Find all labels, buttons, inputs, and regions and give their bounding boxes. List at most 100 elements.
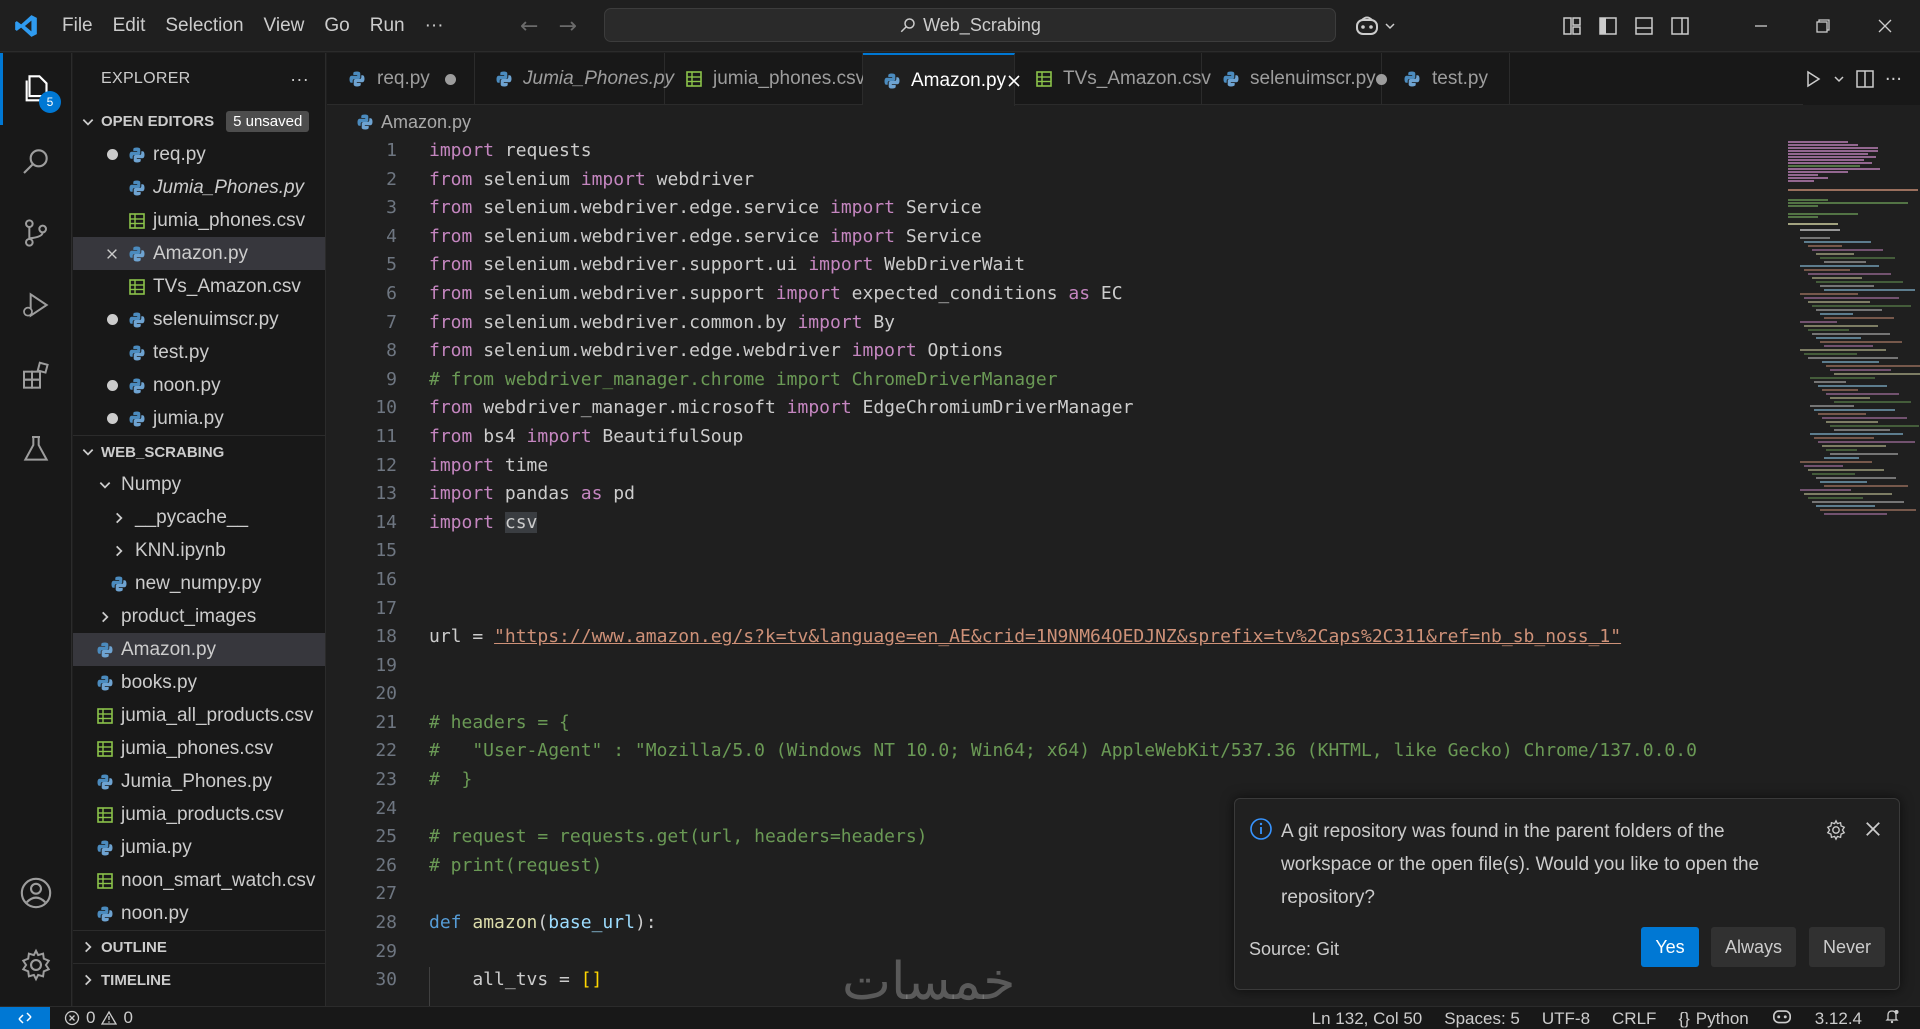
- open-editor-item[interactable]: jumia_phones.csv: [73, 204, 325, 237]
- code-token: from: [429, 425, 473, 447]
- forward-arrow-icon[interactable]: →: [558, 14, 576, 39]
- source-control-activity[interactable]: [0, 197, 72, 269]
- copilot-icon: [1356, 16, 1378, 35]
- tab-req-py[interactable]: req.py: [327, 53, 475, 105]
- menu-item-selection[interactable]: Selection: [155, 0, 253, 52]
- copilot-menu[interactable]: [1354, 12, 1396, 40]
- tree-item[interactable]: Jumia_Phones.py: [73, 765, 325, 798]
- copilot-status-icon[interactable]: [1771, 1007, 1793, 1029]
- minimap-line: [1834, 429, 1890, 431]
- open-editor-item[interactable]: Jumia_Phones.py: [73, 171, 325, 204]
- csv-file-icon: [95, 739, 115, 759]
- split-editor-icon[interactable]: [1855, 69, 1875, 89]
- tree-item[interactable]: Amazon.py: [73, 633, 325, 666]
- code-line: url = "https://www.amazon.eg/s?k=tv&lang…: [429, 623, 1780, 652]
- restore-button[interactable]: [1792, 0, 1854, 52]
- toggle-secondary-sidebar-icon[interactable]: [1670, 16, 1690, 36]
- tab-jumia-phones-py[interactable]: Jumia_Phones.py: [475, 53, 674, 105]
- tree-item[interactable]: noon_smart_watch.csv: [73, 864, 325, 897]
- close-icon[interactable]: [1863, 819, 1883, 842]
- minimize-button[interactable]: [1730, 0, 1792, 52]
- python-version[interactable]: 3.12.4: [1815, 1009, 1862, 1029]
- open-editor-item[interactable]: jumia.py: [73, 402, 325, 435]
- yes-button[interactable]: Yes: [1641, 927, 1699, 967]
- menu-item-file[interactable]: File: [52, 0, 103, 52]
- timeline-header[interactable]: TIMELINE: [73, 963, 325, 996]
- line-number: 12: [375, 454, 397, 476]
- tree-item[interactable]: product_images: [73, 600, 325, 633]
- run-debug-activity[interactable]: [0, 269, 72, 341]
- open-editor-item[interactable]: req.py: [73, 138, 325, 171]
- explorer-activity[interactable]: 5: [0, 53, 72, 125]
- tab-tvs-amazon-csv[interactable]: TVs_Amazon.csv: [1015, 53, 1211, 105]
- run-icon[interactable]: [1803, 69, 1823, 89]
- never-button[interactable]: Never: [1809, 927, 1886, 967]
- tree-item[interactable]: noon.py: [73, 897, 325, 930]
- tree-item[interactable]: jumia_phones.csv: [73, 732, 325, 765]
- toggle-primary-sidebar-icon[interactable]: [1598, 16, 1618, 36]
- encoding[interactable]: UTF-8: [1542, 1009, 1590, 1029]
- menu-item-more[interactable]: ···: [415, 0, 454, 52]
- menu-item-edit[interactable]: Edit: [103, 0, 156, 52]
- unsaved-badge: 5 unsaved: [226, 111, 310, 132]
- always-button[interactable]: Always: [1711, 927, 1797, 967]
- cursor-position[interactable]: Ln 132, Col 50: [1312, 1009, 1423, 1029]
- explorer-header: EXPLORER ···: [73, 53, 325, 105]
- more-actions-icon[interactable]: ···: [1885, 69, 1902, 90]
- toggle-panel-icon[interactable]: [1634, 16, 1654, 36]
- minimap-line: [1816, 253, 1854, 255]
- gear-icon[interactable]: [1825, 819, 1847, 844]
- tab-selenuimscr-py[interactable]: selenuimscr.py: [1202, 53, 1387, 105]
- accounts-activity[interactable]: [0, 857, 72, 929]
- tab-amazon-py[interactable]: Amazon.py: [863, 53, 1020, 106]
- code-line: import time: [429, 452, 1780, 481]
- outline-header[interactable]: OUTLINE: [73, 930, 325, 963]
- open-editor-item[interactable]: Amazon.py: [73, 237, 325, 270]
- tree-item[interactable]: Numpy: [73, 468, 325, 501]
- back-arrow-icon[interactable]: ←: [520, 14, 538, 39]
- tree-item-label: new_numpy.py: [135, 572, 262, 594]
- open-editor-item[interactable]: noon.py: [73, 369, 325, 402]
- customize-layout-icon[interactable]: [1562, 16, 1582, 36]
- tree-item[interactable]: new_numpy.py: [73, 567, 325, 600]
- chevron-down-icon[interactable]: [1833, 73, 1845, 85]
- tree-item[interactable]: __pycache__: [73, 501, 325, 534]
- testing-activity[interactable]: [0, 413, 72, 485]
- tree-item[interactable]: KNN.ipynb: [73, 534, 325, 567]
- manage-activity[interactable]: [0, 929, 72, 1001]
- code-line: from selenium.webdriver.support import e…: [429, 280, 1780, 309]
- command-center-search[interactable]: Web_Scrabing: [604, 8, 1336, 42]
- open-editor-item[interactable]: TVs_Amazon.csv: [73, 270, 325, 303]
- minimap-line: [1804, 241, 1871, 243]
- open-editors-header[interactable]: OPEN EDITORS 5 unsaved: [73, 105, 325, 138]
- open-editor-item[interactable]: test.py: [73, 336, 325, 369]
- tab-test-py[interactable]: test.py: [1382, 53, 1510, 105]
- line-ending[interactable]: CRLF: [1612, 1009, 1656, 1029]
- open-editor-label: noon.py: [153, 374, 221, 396]
- more-actions-icon[interactable]: ···: [290, 69, 309, 90]
- problems-indicator[interactable]: 0 0: [50, 1008, 133, 1028]
- search-icon: [23, 149, 48, 174]
- extensions-activity[interactable]: [0, 341, 72, 413]
- notifications-bell-icon[interactable]: [1884, 1008, 1900, 1029]
- search-activity[interactable]: [0, 125, 72, 197]
- close-icon[interactable]: [97, 247, 127, 261]
- workspace-header[interactable]: WEB_SCRABING: [73, 435, 325, 468]
- menu-item-go[interactable]: Go: [314, 0, 359, 52]
- breadcrumb[interactable]: Amazon.py: [355, 108, 471, 136]
- remote-indicator[interactable]: [0, 1006, 50, 1029]
- menu-item-view[interactable]: View: [254, 0, 315, 52]
- tree-item[interactable]: jumia_all_products.csv: [73, 699, 325, 732]
- close-window-button[interactable]: [1854, 0, 1916, 52]
- tree-item[interactable]: books.py: [73, 666, 325, 699]
- menu-item-run[interactable]: Run: [360, 0, 415, 52]
- tree-item-label: KNN.ipynb: [135, 539, 226, 561]
- tree-item[interactable]: jumia_products.csv: [73, 798, 325, 831]
- python-file-icon: [1222, 69, 1240, 89]
- tab-jumia-phones-csv[interactable]: jumia_phones.csv: [665, 53, 865, 105]
- language-mode[interactable]: {} Python: [1678, 1009, 1748, 1029]
- open-editor-item[interactable]: selenuimscr.py: [73, 303, 325, 336]
- indentation[interactable]: Spaces: 5: [1444, 1009, 1520, 1029]
- tree-item[interactable]: jumia.py: [73, 831, 325, 864]
